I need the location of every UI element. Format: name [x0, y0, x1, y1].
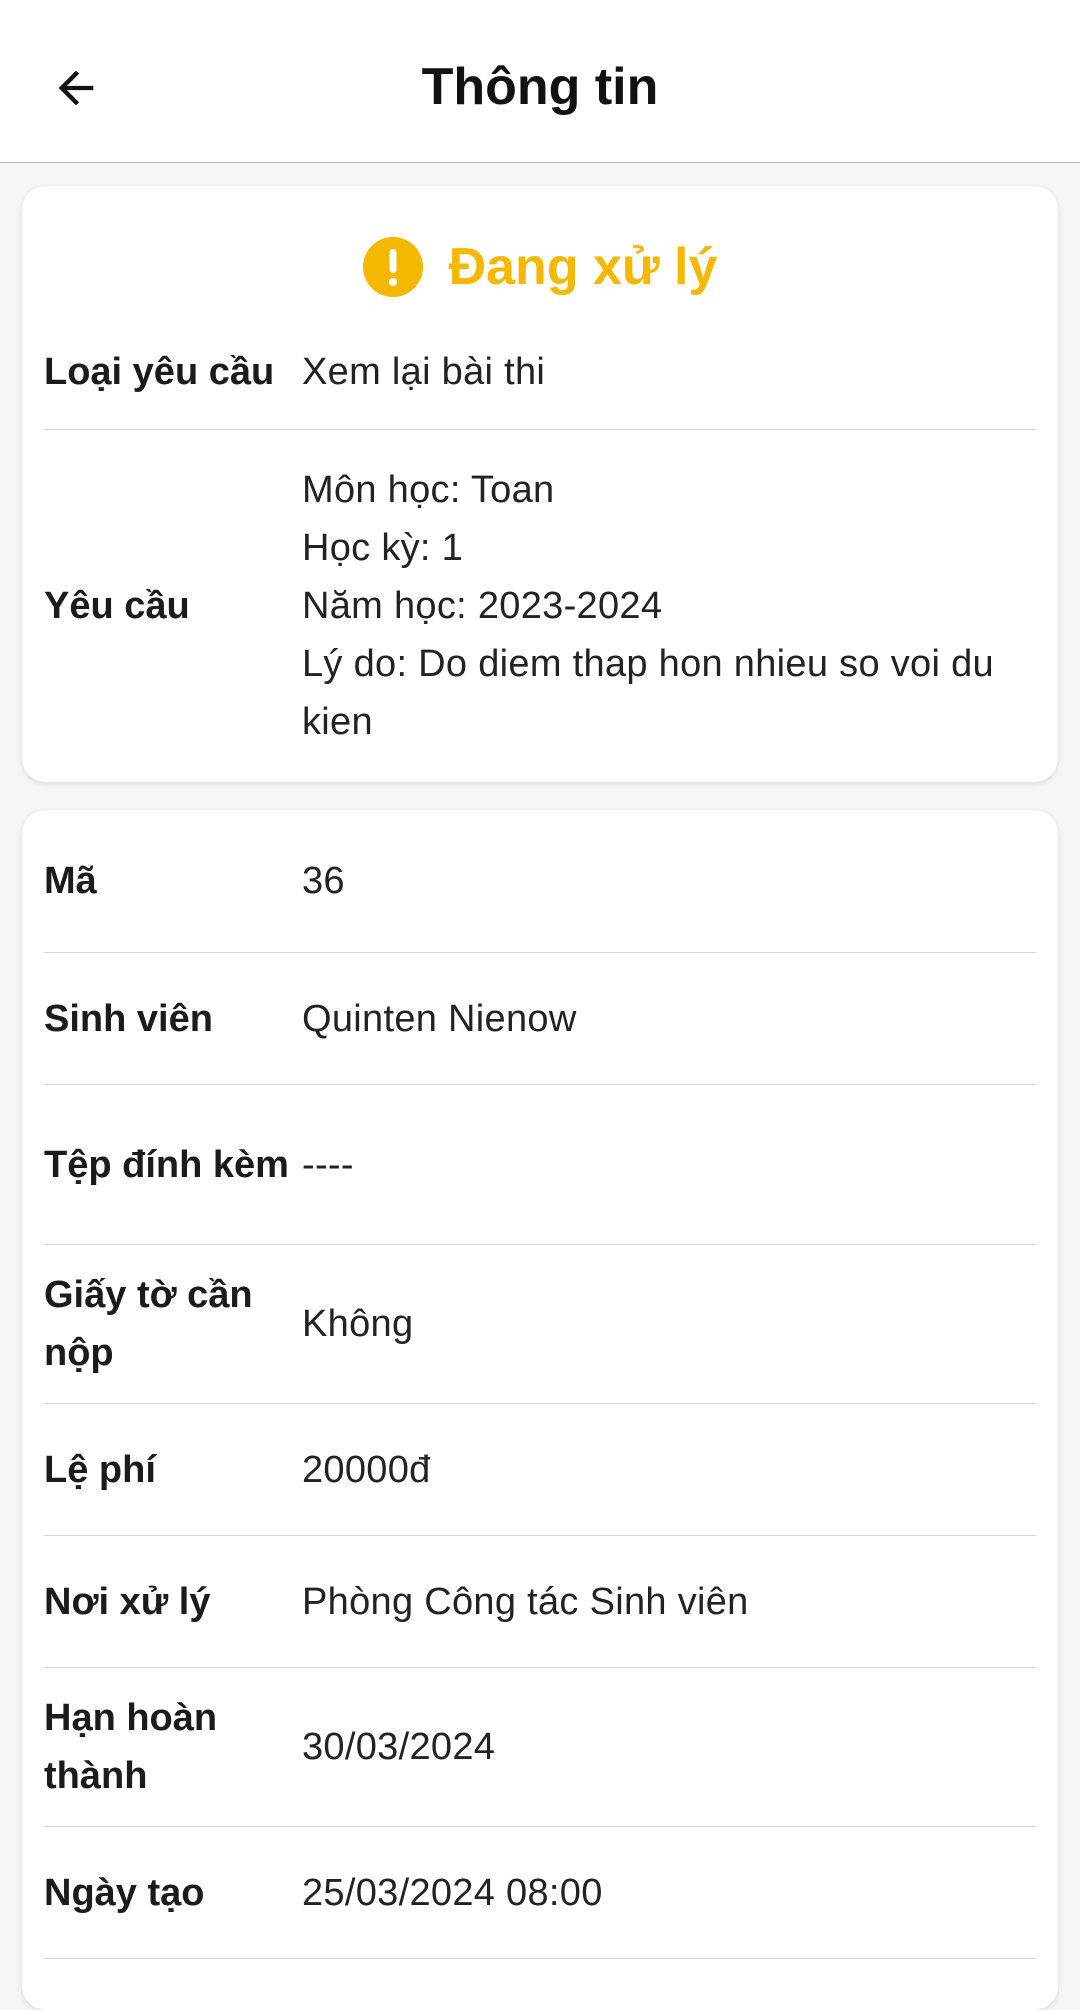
deadline-value: 30/03/2024 [302, 1726, 496, 1768]
app-bar: Thông tin [0, 0, 1080, 163]
documents-value: Không [302, 1303, 414, 1345]
code-value: 36 [302, 860, 345, 902]
student-label: Sinh viên [44, 997, 213, 1040]
request-semester: Học kỳ: 1 [302, 527, 464, 569]
office-label: Nơi xử lý [44, 1580, 211, 1623]
status-badge: Đang xử lý [22, 230, 1058, 304]
created-value: 25/03/2024 08:00 [302, 1871, 603, 1914]
created-label: Ngày tạo [44, 1871, 205, 1914]
attachment-label: Tệp đính kèm [44, 1143, 289, 1186]
detail-row-documents: Giấy tờ cần nộp Không [44, 1245, 1036, 1404]
detail-row-attachment: Tệp đính kèm ---- [44, 1085, 1036, 1245]
detail-row-fee: Lệ phí 20000đ [44, 1404, 1036, 1536]
status-label: Đang xử lý [448, 238, 718, 296]
request-school-year: Năm học: 2023-2024 [302, 585, 663, 627]
request-type-row: Loại yêu cầu Xem lại bài thi [44, 314, 1036, 430]
fee-value: 20000đ [302, 1448, 431, 1491]
detail-row-deadline: Hạn hoàn thành 30/03/2024 [44, 1668, 1036, 1827]
request-type-label: Loại yêu cầu [44, 350, 275, 393]
page-title: Thông tin [421, 58, 659, 116]
fee-label: Lệ phí [44, 1448, 156, 1491]
request-label: Yêu cầu [44, 585, 190, 627]
request-reason: Lý do: Do diem thap hon nhieu so voi du … [302, 643, 994, 743]
request-type-value: Xem lại bài thi [302, 350, 546, 393]
request-details-card: Mã 36 Sinh viên Quinten Nienow Tệp đính … [22, 810, 1058, 2010]
deadline-label: Hạn hoàn thành [44, 1697, 218, 1797]
request-summary-card: Đang xử lý Loại yêu cầu Xem lại bài thi … [22, 186, 1058, 782]
request-details: Môn học: Toan Học kỳ: 1 Năm học: 2023-20… [302, 461, 1036, 751]
office-value: Phòng Công tác Sinh viên [302, 1580, 749, 1623]
detail-row-created: Ngày tạo 25/03/2024 08:00 [44, 1827, 1036, 1959]
detail-row-code: Mã 36 [44, 810, 1036, 953]
attachment-value[interactable]: ---- [302, 1136, 1036, 1194]
student-value: Quinten Nienow [302, 997, 577, 1040]
code-label: Mã [44, 860, 97, 902]
request-subject: Môn học: Toan [302, 469, 555, 511]
request-row: Yêu cầu Môn học: Toan Học kỳ: 1 Năm học:… [44, 430, 1036, 782]
detail-row-student: Sinh viên Quinten Nienow [44, 953, 1036, 1085]
exclamation-circle-icon [362, 237, 423, 297]
detail-row-office: Nơi xử lý Phòng Công tác Sinh viên [44, 1536, 1036, 1668]
documents-label: Giấy tờ cần nộp [44, 1274, 253, 1374]
